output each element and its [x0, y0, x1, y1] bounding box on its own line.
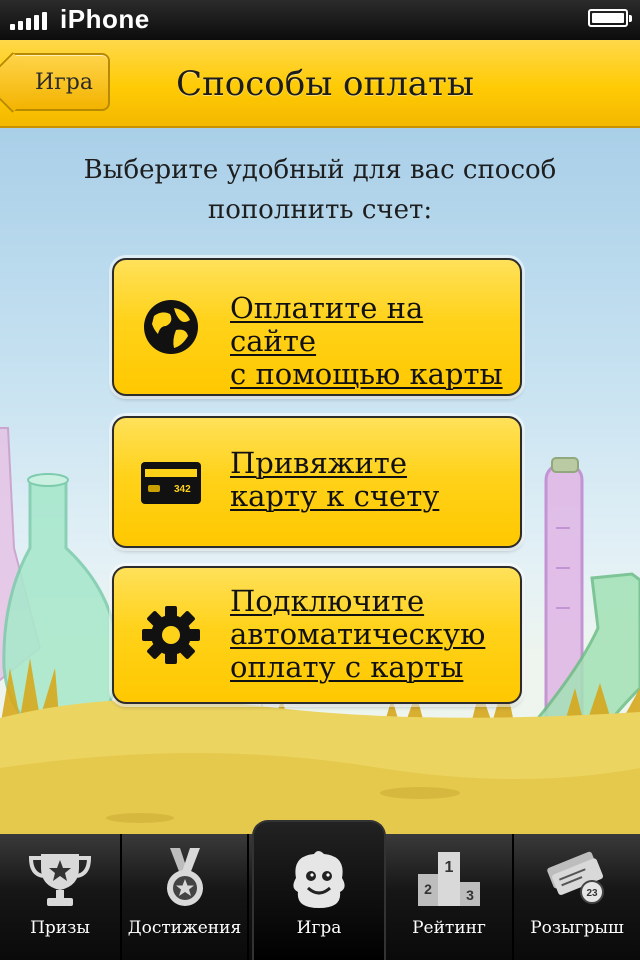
left-flasks-illustration — [0, 427, 120, 736]
battery-icon — [588, 9, 632, 27]
page-title: Способы оплаты — [176, 64, 474, 104]
auto-payment-line-3: оплату с карты — [230, 650, 464, 684]
link-card-button[interactable]: 342 Привяжите карту к счету — [112, 416, 522, 548]
credit-card-icon: 342 — [141, 462, 201, 504]
tab-rating[interactable]: 1 2 3 Рейтинг — [386, 834, 514, 960]
pay-on-website-label: Оплатите на сайте с помощью карты — [230, 292, 506, 391]
main-content: Выберите удобный для вас способ пополнит… — [0, 128, 640, 834]
gear-icon — [142, 606, 200, 664]
auto-payment-line-1: Подключите — [230, 584, 425, 618]
ticket-number-text: 23 — [586, 888, 598, 899]
battery-level — [592, 13, 624, 23]
back-button[interactable]: Игра — [12, 53, 110, 111]
podium-first-text: 1 — [445, 859, 454, 876]
trophy-icon — [28, 854, 92, 906]
intro-line-2: пополнить счет: — [207, 195, 433, 225]
globe-icon — [144, 300, 198, 354]
pay-on-website-button[interactable]: Оплатите на сайте с помощью карты — [112, 258, 522, 396]
intro-line-1: Выберите удобный для вас способ — [83, 155, 557, 185]
tab-lottery[interactable]: 23 Розыгрыш — [514, 834, 640, 960]
link-card-label: Привяжите карту к счету — [230, 447, 506, 513]
status-bar: iPhone — [0, 0, 640, 40]
link-card-line-2: карту к счету — [230, 479, 440, 513]
tab-achievements[interactable]: Достижения — [122, 834, 249, 960]
auto-payment-line-2: автоматическую — [230, 617, 486, 651]
pay-on-website-line-1: Оплатите на сайте — [230, 291, 424, 358]
auto-payment-button[interactable]: Подключите автоматическую оплату с карты — [112, 566, 522, 704]
tab-lottery-label: Розыгрыш — [530, 918, 624, 938]
podium-icon: 1 2 3 — [418, 852, 480, 906]
tab-prizes[interactable]: Призы — [0, 834, 122, 960]
podium-third-text: 3 — [466, 887, 474, 903]
monster-icon — [293, 851, 345, 908]
pay-on-website-line-2: с помощью карты — [230, 357, 503, 391]
tab-game[interactable]: Игра — [252, 820, 386, 960]
navigation-bar: Игра Способы оплаты — [0, 40, 640, 128]
tab-game-label: Игра — [296, 918, 342, 938]
link-card-line-1: Привяжите — [230, 446, 408, 480]
podium-second-text: 2 — [424, 881, 432, 897]
card-number-text: 342 — [174, 484, 191, 495]
intro-text: Выберите удобный для вас способ пополнит… — [0, 150, 640, 230]
tab-rating-label: Рейтинг — [412, 918, 486, 938]
tickets-icon: 23 — [547, 851, 604, 904]
back-button-label: Игра — [35, 69, 93, 95]
tab-achievements-label: Достижения — [127, 918, 242, 938]
tab-bar: Призы Достижения Игра 1 2 3 Рейтинг 23 Р… — [0, 820, 640, 960]
medal-icon — [166, 848, 203, 906]
auto-payment-label: Подключите автоматическую оплату с карты — [230, 585, 506, 684]
carrier-name: iPhone — [60, 4, 150, 34]
tab-prizes-label: Призы — [30, 918, 90, 938]
signal-strength-icon — [10, 10, 50, 30]
